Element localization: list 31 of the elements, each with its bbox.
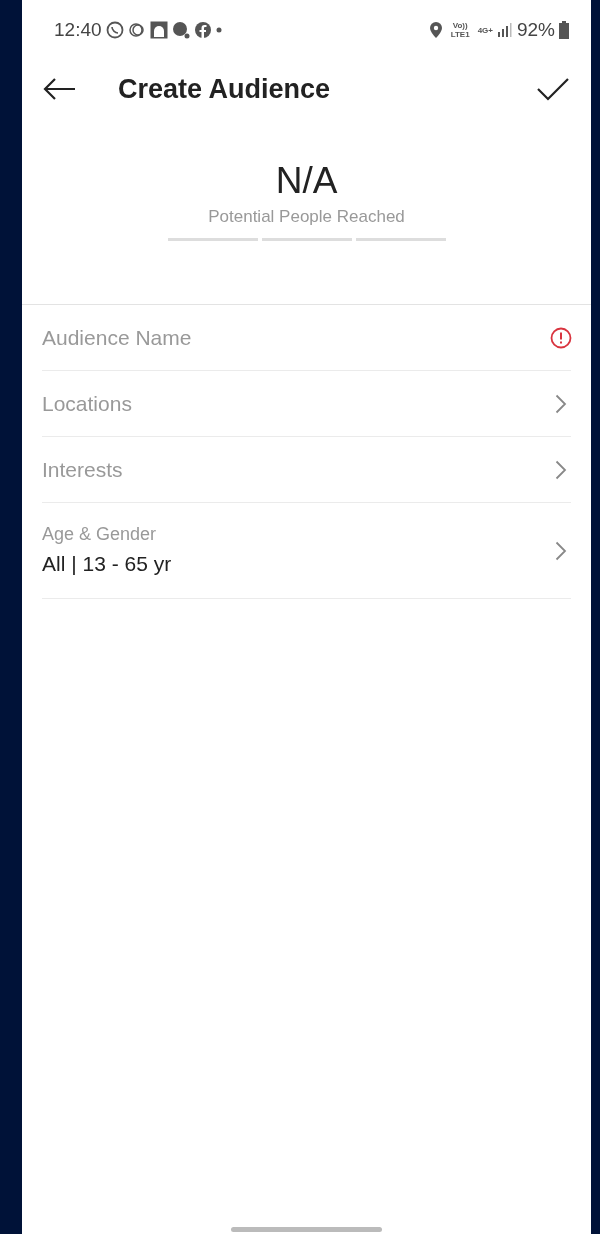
reach-value: N/A [275, 160, 338, 202]
page-title: Create Audience [118, 72, 332, 106]
location-pin-icon [428, 21, 443, 39]
battery-percent: 92% [516, 17, 555, 42]
chevron-right-icon [555, 393, 567, 414]
list-row[interactable]: Age & Gender All | 13 - 65 yr [42, 503, 571, 599]
row-label: Audience Name [42, 324, 192, 351]
dot-icon [215, 27, 222, 33]
signal-icon [496, 23, 513, 37]
list-row[interactable]: Interests [42, 437, 571, 503]
circle-f-icon [193, 21, 212, 39]
reach-caption: Potential People Reached [208, 206, 405, 228]
confirm-button[interactable] [537, 76, 569, 102]
row-label: Age & Gender [42, 523, 158, 547]
checkmark-icon [537, 77, 569, 102]
chevron-right-icon [555, 459, 567, 480]
rings-icon [127, 21, 146, 39]
network-label: LTE1 [450, 30, 470, 39]
battery-icon [559, 21, 569, 39]
list-row[interactable]: Locations [42, 371, 571, 437]
network-label: Vo)) [452, 21, 468, 30]
chevron-right-icon [555, 540, 567, 561]
list-row[interactable]: Audience Name [42, 305, 571, 371]
network-label: 4G+ [477, 25, 493, 35]
row-label: Locations [42, 390, 132, 417]
back-button[interactable] [42, 76, 76, 102]
row-label: Interests [42, 456, 123, 483]
row-value: All | 13 - 65 yr [42, 551, 172, 578]
chat-dot-icon [171, 21, 190, 39]
back-arrow-icon [42, 77, 76, 102]
clock-time: 12:40 [54, 17, 102, 42]
